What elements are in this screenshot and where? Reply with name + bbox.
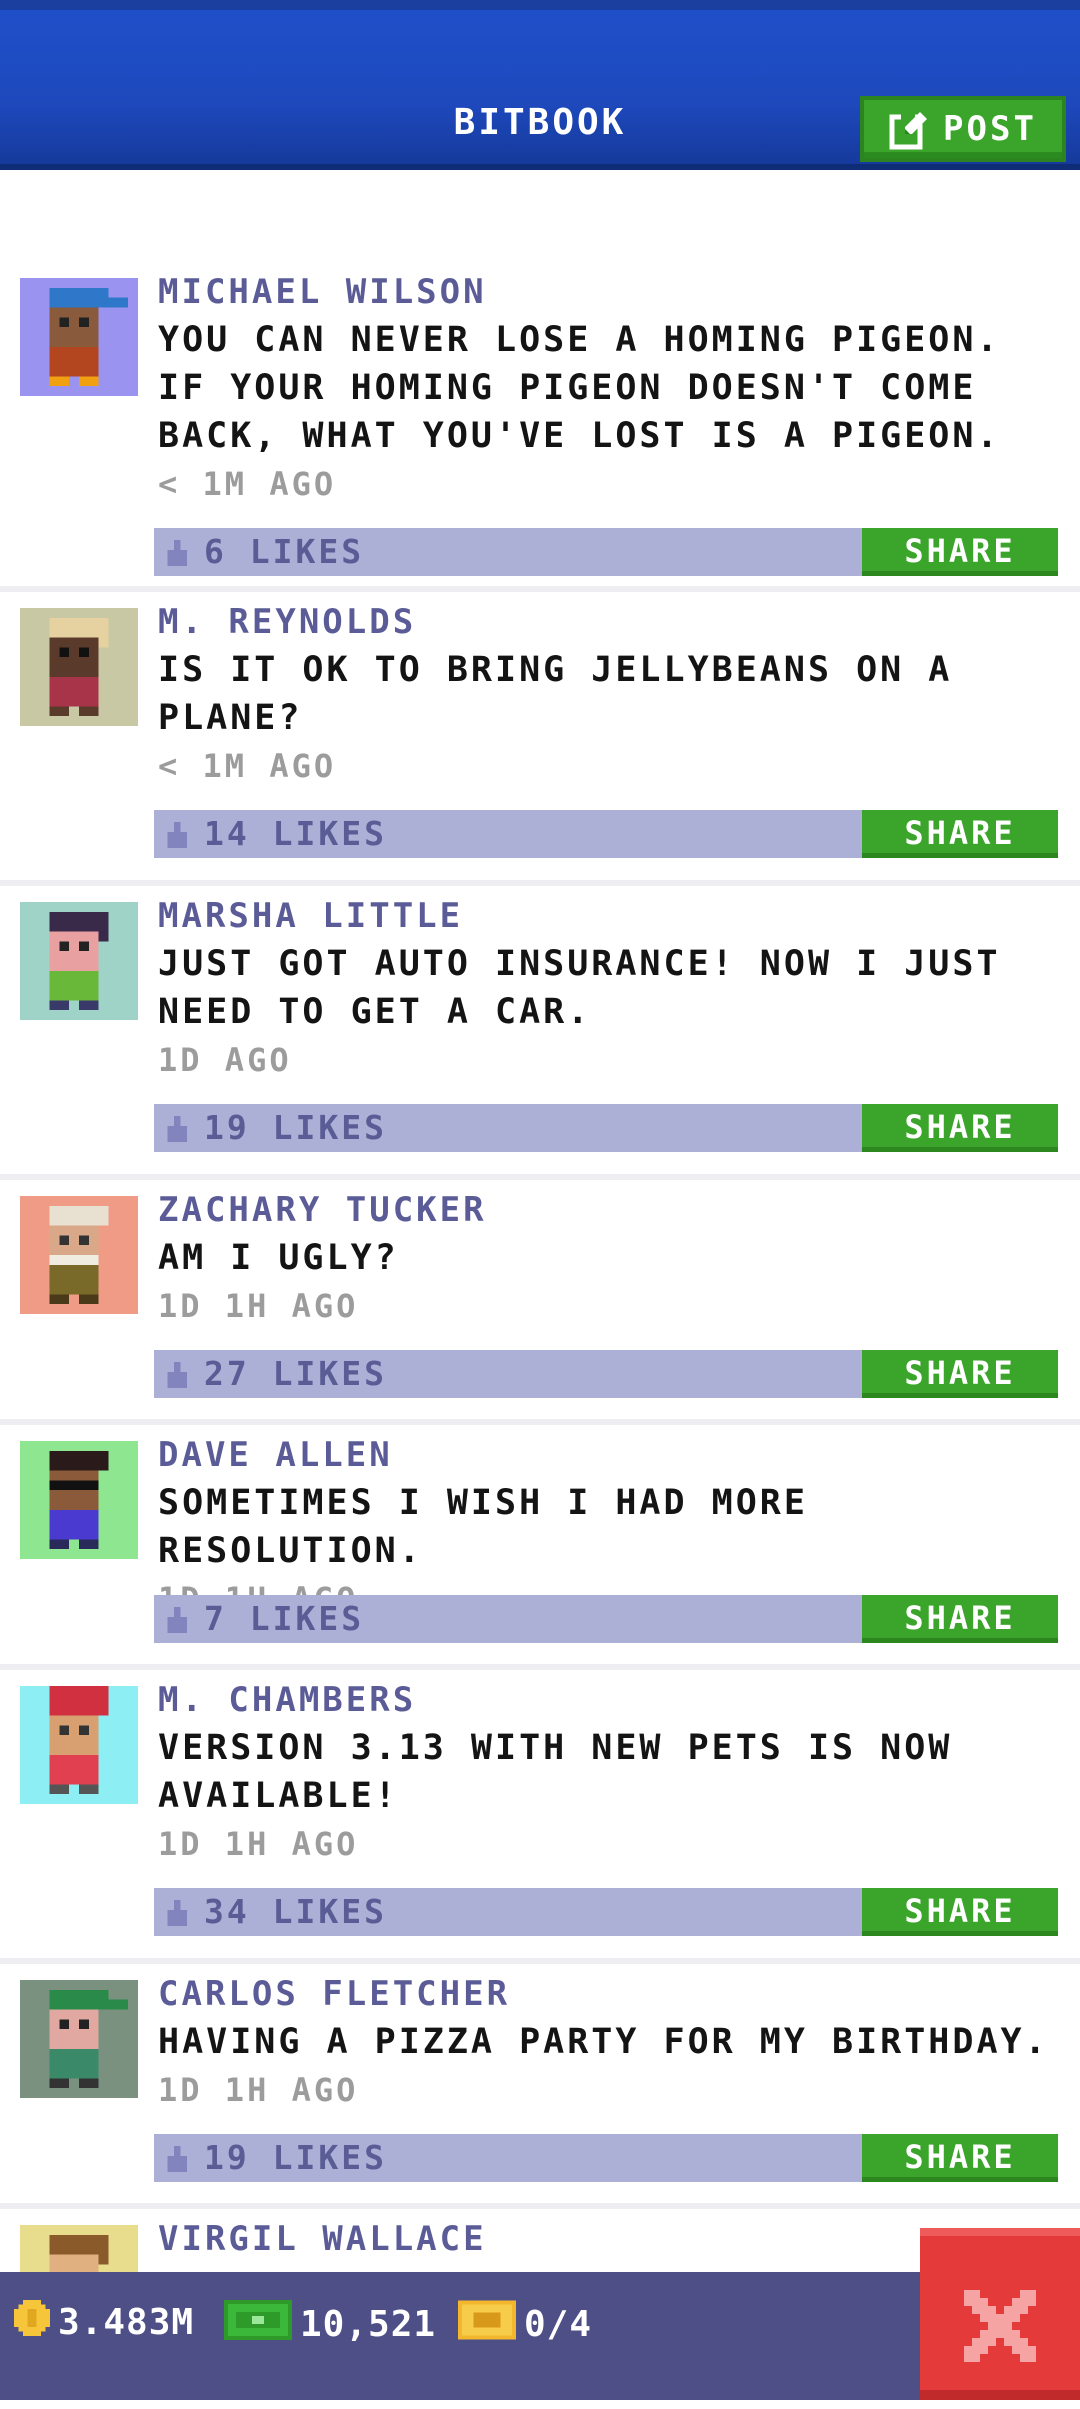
post-author[interactable]: MARSHA LITTLE xyxy=(158,892,1058,940)
coin-icon xyxy=(14,2300,50,2345)
coins-counter: 3.483M xyxy=(14,2300,194,2345)
post-text: VERSION 3.13 WITH NEW PETS IS NOW AVAILA… xyxy=(158,1728,953,1816)
avatar xyxy=(20,1980,138,2098)
like-bar[interactable]: 6 LIKES SHARE xyxy=(154,528,1058,576)
avatar xyxy=(20,1441,138,1559)
share-button[interactable]: SHARE xyxy=(862,2134,1058,2182)
feed-post: DAVE ALLEN SOMETIMES I WISH I HAD MORE R… xyxy=(0,1425,1080,1670)
ticket-icon xyxy=(458,2300,516,2349)
bux-icon xyxy=(224,2300,292,2349)
feed-post: ZACHARY TUCKER AM I UGLY? 1D 1H AGO 27 L… xyxy=(0,1180,1080,1425)
status-bar: 3.483M 10,521 0/4 xyxy=(0,2272,1080,2400)
like-bar[interactable]: 14 LIKES SHARE xyxy=(154,810,1058,858)
bux-value: 10,521 xyxy=(300,2304,437,2345)
avatar xyxy=(20,1686,138,1804)
feed-post: M. CHAMBERS VERSION 3.13 WITH NEW PETS I… xyxy=(0,1670,1080,1964)
like-count: 19 LIKES xyxy=(204,1108,387,1147)
post-author[interactable]: M. REYNOLDS xyxy=(158,598,1058,646)
like-count: 27 LIKES xyxy=(204,1354,387,1393)
avatar xyxy=(20,608,138,726)
post-text: IS IT OK TO BRING JELLYBEANS ON A PLANE? xyxy=(158,650,953,738)
post-author[interactable]: ZACHARY TUCKER xyxy=(158,1186,1058,1234)
like-count: 14 LIKES xyxy=(204,814,387,853)
post-text: YOU CAN NEVER LOSE A HOMING PIGEON. IF Y… xyxy=(158,320,1001,456)
post-time: 1D AGO xyxy=(158,1041,292,1079)
post-author[interactable]: DAVE ALLEN xyxy=(158,1431,1058,1479)
post-time: < 1M AGO xyxy=(158,747,337,785)
thumbs-up-icon xyxy=(164,1362,190,1392)
avatar xyxy=(20,902,138,1020)
like-count: 19 LIKES xyxy=(204,2138,387,2177)
thumbs-up-icon xyxy=(164,1607,190,1637)
like-bar[interactable]: 19 LIKES SHARE xyxy=(154,2134,1058,2182)
like-bar[interactable]: 19 LIKES SHARE xyxy=(154,1104,1058,1152)
bux-counter: 10,521 xyxy=(224,2300,436,2349)
post-button-label: POST xyxy=(943,109,1037,149)
coins-value: 3.483M xyxy=(58,2302,195,2343)
thumbs-up-icon xyxy=(164,1116,190,1146)
like-count: 6 LIKES xyxy=(204,532,365,571)
post-button[interactable]: POST xyxy=(860,96,1066,162)
tickets-counter: 0/4 xyxy=(458,2300,592,2349)
post-time: 1D 1H AGO xyxy=(158,1825,359,1863)
like-count: 34 LIKES xyxy=(204,1892,387,1931)
avatar xyxy=(20,1196,138,1314)
thumbs-up-icon xyxy=(164,2146,190,2176)
like-bar[interactable]: 7 LIKES SHARE xyxy=(154,1595,1058,1643)
close-icon xyxy=(964,2290,1036,2362)
share-button[interactable]: SHARE xyxy=(862,1595,1058,1643)
share-button[interactable]: SHARE xyxy=(862,1888,1058,1936)
feed-post: CARLOS FLETCHER HAVING A PIZZA PARTY FOR… xyxy=(0,1964,1080,2209)
post-author[interactable]: MICHAEL WILSON xyxy=(158,268,1058,316)
post-author[interactable]: M. CHAMBERS xyxy=(158,1676,1058,1724)
post-text: JUST GOT AUTO INSURANCE! NOW I JUST NEED… xyxy=(158,944,1001,1032)
share-button[interactable]: SHARE xyxy=(862,1350,1058,1398)
close-button[interactable] xyxy=(920,2228,1080,2400)
feed-post: MICHAEL WILSON YOU CAN NEVER LOSE A HOMI… xyxy=(0,262,1080,592)
thumbs-up-icon xyxy=(164,1900,190,1930)
tickets-value: 0/4 xyxy=(524,2304,593,2345)
post-time: 1D 1H AGO xyxy=(158,2071,359,2109)
thumbs-up-icon xyxy=(164,822,190,852)
feed-post: M. REYNOLDS IS IT OK TO BRING JELLYBEANS… xyxy=(0,592,1080,886)
avatar xyxy=(20,278,138,396)
post-text: AM I UGLY? xyxy=(158,1238,399,1278)
app-header: BITBOOK POST xyxy=(0,0,1080,170)
post-time: 1D 1H AGO xyxy=(158,1287,359,1325)
edit-icon xyxy=(889,108,931,150)
share-button[interactable]: SHARE xyxy=(862,1104,1058,1152)
feed: MICHAEL WILSON YOU CAN NEVER LOSE A HOMI… xyxy=(0,262,1080,2409)
feed-post: MARSHA LITTLE JUST GOT AUTO INSURANCE! N… xyxy=(0,886,1080,1180)
thumbs-up-icon xyxy=(164,540,190,570)
post-time: < 1M AGO xyxy=(158,465,337,503)
like-count: 7 LIKES xyxy=(204,1599,365,1638)
post-text: SOMETIMES I WISH I HAD MORE RESOLUTION. xyxy=(158,1483,808,1571)
post-author[interactable]: CARLOS FLETCHER xyxy=(158,1970,1058,2018)
like-bar[interactable]: 27 LIKES SHARE xyxy=(154,1350,1058,1398)
share-button[interactable]: SHARE xyxy=(862,528,1058,576)
post-text: HAVING A PIZZA PARTY FOR MY BIRTHDAY. xyxy=(158,2022,1049,2062)
share-button[interactable]: SHARE xyxy=(862,810,1058,858)
like-bar[interactable]: 34 LIKES SHARE xyxy=(154,1888,1058,1936)
